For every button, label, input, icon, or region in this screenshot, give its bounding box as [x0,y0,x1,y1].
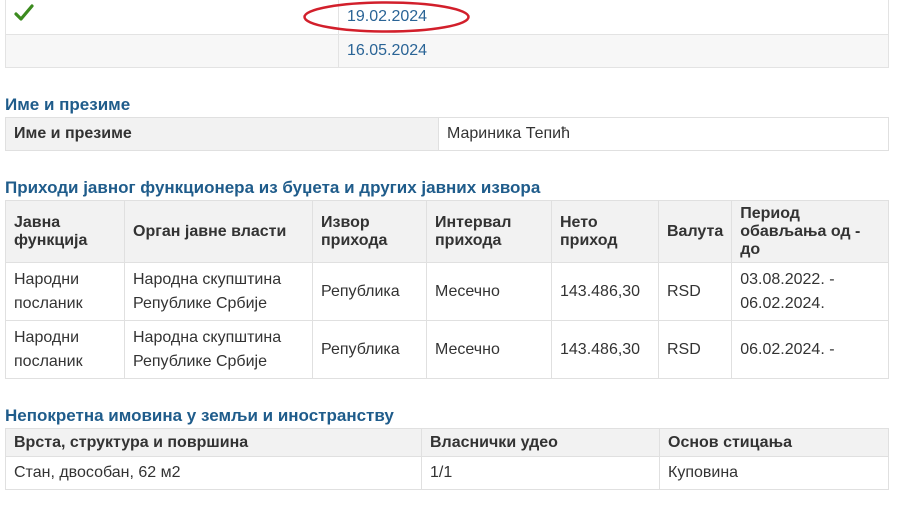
table-row: Народни посланик Народна скупштина Репуб… [5,262,889,321]
header-function: Јавна функција [5,200,125,263]
cell-authority: Народна скупштина Републике Србије [124,320,313,379]
name-label: Име и презиме [5,117,439,151]
table-row: Народни посланик Народна скупштина Репуб… [5,320,889,379]
section-title-income: Приходи јавног функционера из буџета и д… [5,178,541,197]
cell-currency: RSD [658,320,733,379]
header-authority: Орган јавне власти [124,200,313,263]
cell-source: Република [312,320,427,379]
cell-type: Стан, двособан, 62 м2 [5,456,422,490]
report-row: 16.05.2024 [5,33,889,67]
section-title-name: Име и презиме [5,95,131,114]
header-share: Власнички удео [421,428,660,457]
report-date-cell: 16.05.2024 [338,33,889,67]
report-date-link[interactable]: 16.05.2024 [347,42,427,59]
name-table: Име и презиме Мариника Тепић [5,117,889,151]
header-basis: Основ стицања [659,428,889,457]
cell-net: 143.486,30 [551,262,659,321]
header-net: Нето приход [551,200,659,263]
cell-authority: Народна скупштина Републике Србије [124,262,313,321]
header-source: Извор прихода [312,200,427,263]
table-row: Стан, двособан, 62 м2 1/1 Куповина [5,456,889,490]
income-table: Јавна функција Орган јавне власти Извор … [5,200,889,379]
cell-period: 03.08.2022. - 06.02.2024. [731,262,889,321]
check-icon [14,3,34,23]
cell-share: 1/1 [421,456,660,490]
report-date-cell: 19.02.2024 [338,0,889,34]
header-type: Врста, структура и површина [5,428,422,457]
cell-function: Народни посланик [5,320,125,379]
income-header-row: Јавна функција Орган јавне власти Извор … [5,200,889,263]
cell-period: 06.02.2024. - [740,340,835,358]
header-interval: Интервал прихода [426,200,552,263]
cell-interval: Месечно [426,320,552,379]
name-value: Мариника Тепић [447,125,570,142]
cell-interval: Месечно [426,262,552,321]
report-status-cell [5,33,339,67]
reports-table: 19.02.2024 16.05.2024 [5,0,889,68]
cell-function: Народни посланик [5,262,125,321]
property-table: Врста, структура и површина Власнички уд… [5,428,889,490]
report-date-link[interactable]: 19.02.2024 [347,8,427,25]
section-title-property: Непокретна имовина у земљи и иностранств… [5,406,394,425]
header-period: Период обављања од - до [731,200,889,263]
name-row: Име и презиме Мариника Тепић [5,117,889,151]
cell-net: 143.486,30 [551,320,659,379]
property-header-row: Врста, структура и површина Власнички уд… [5,428,889,457]
report-status-cell [5,0,339,34]
cell-currency: RSD [658,262,733,321]
report-row: 19.02.2024 [5,0,889,34]
header-currency: Валута [658,200,733,263]
cell-source: Република [312,262,427,321]
cell-basis: Куповина [668,464,739,481]
